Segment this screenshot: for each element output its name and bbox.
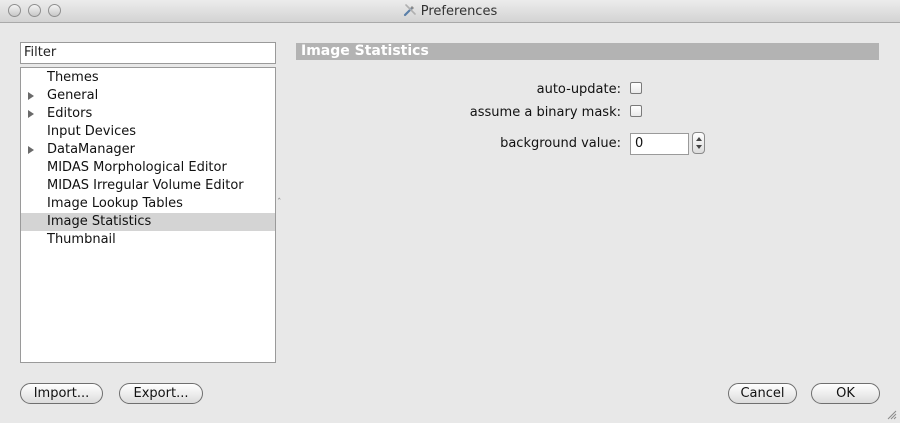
filter-input[interactable] [24, 45, 272, 60]
tree-item[interactable]: Image Statistics [21, 213, 275, 231]
tree-item-label: DataManager [47, 142, 136, 157]
splitter-handle-icon[interactable]: ˆ [277, 199, 283, 208]
tree-item-label: Editors [47, 106, 93, 121]
background-value-stepper[interactable] [692, 132, 705, 154]
resize-grip-icon[interactable] [885, 408, 897, 420]
tree-item[interactable]: Editors [21, 105, 275, 123]
tree-item-label: Input Devices [47, 124, 137, 139]
tree-item-label: Themes [47, 70, 99, 85]
ok-button[interactable]: OK [811, 383, 880, 404]
tree-item-label: Image Statistics [47, 214, 152, 229]
background-value-label: background value: [500, 136, 621, 151]
tree-item[interactable]: Input Devices [21, 123, 275, 141]
auto-update-checkbox[interactable] [630, 82, 642, 94]
window-title: Preferences [420, 4, 498, 19]
stepper-down-icon[interactable] [696, 145, 702, 149]
tree-item[interactable]: Image Lookup Tables [21, 195, 275, 213]
tree-item[interactable]: MIDAS Morphological Editor [21, 159, 275, 177]
tree-item-label: General [47, 88, 99, 103]
export-button[interactable]: Export... [119, 383, 203, 404]
binary-mask-label: assume a binary mask: [469, 105, 621, 120]
title-bar: Preferences [0, 0, 900, 23]
tree-item[interactable]: Themes [21, 69, 275, 87]
tree-item-label: MIDAS Morphological Editor [47, 160, 227, 175]
preferences-tools-icon [403, 4, 416, 17]
background-value-input[interactable]: 0 [630, 133, 689, 155]
tree-item[interactable]: General [21, 87, 275, 105]
panel-title: Image Statistics [296, 43, 879, 60]
import-button[interactable]: Import... [20, 383, 103, 404]
stepper-up-icon[interactable] [696, 137, 702, 141]
auto-update-label: auto-update: [536, 82, 621, 97]
expand-arrow-icon[interactable] [28, 92, 34, 100]
tree-item-label: MIDAS Irregular Volume Editor [47, 178, 244, 193]
filter-field[interactable] [20, 42, 276, 64]
tree-item-label: Thumbnail [47, 232, 116, 247]
cancel-button[interactable]: Cancel [728, 383, 797, 404]
tree-item[interactable]: MIDAS Irregular Volume Editor [21, 177, 275, 195]
preferences-tree[interactable]: Themes General Editors Input Devices DataMan… [20, 67, 276, 363]
binary-mask-checkbox[interactable] [630, 105, 642, 117]
expand-arrow-icon[interactable] [28, 110, 34, 118]
tree-item-label: Image Lookup Tables [47, 196, 183, 211]
expand-arrow-icon[interactable] [28, 146, 34, 154]
tree-item[interactable]: DataManager [21, 141, 275, 159]
window-title-group: Preferences [0, 3, 900, 19]
tree-item[interactable]: Thumbnail [21, 231, 275, 249]
